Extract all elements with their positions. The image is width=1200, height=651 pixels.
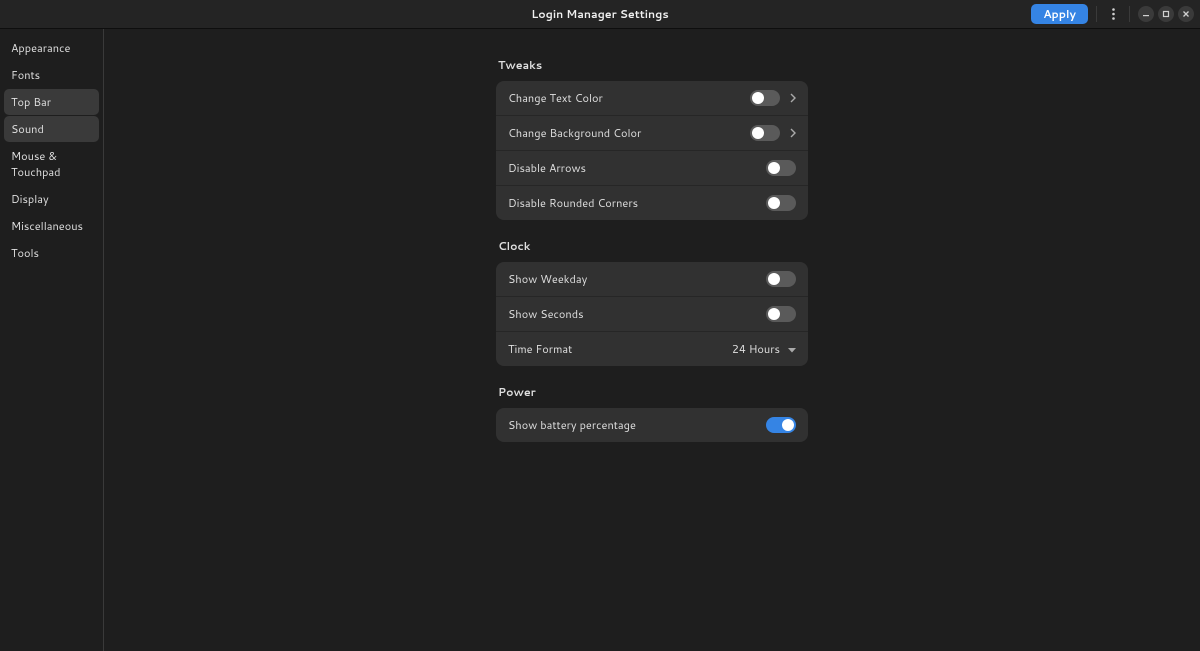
sidebar-item-top-bar[interactable]: Top Bar	[4, 89, 99, 115]
menu-button[interactable]	[1105, 4, 1121, 24]
toggle-disable-arrows[interactable]	[766, 160, 796, 176]
row-label: Show Weekday	[508, 271, 587, 287]
header-actions: Apply	[1031, 4, 1194, 24]
apply-button[interactable]: Apply	[1031, 4, 1088, 24]
row-change-text-color[interactable]: Change Text Color	[496, 81, 808, 116]
toggle-change-text-color[interactable]	[750, 90, 780, 106]
power-group: Show battery percentage	[496, 408, 808, 442]
header-bar: Login Manager Settings Apply	[0, 0, 1200, 29]
minimize-icon	[1142, 10, 1150, 18]
row-show-weekday: Show Weekday	[496, 262, 808, 297]
sidebar-item-mouse-touchpad[interactable]: Mouse & Touchpad	[4, 143, 99, 185]
clock-group: Show Weekday Show Seconds Time Format	[496, 262, 808, 366]
row-label: Show Seconds	[508, 306, 584, 322]
row-label: Disable Arrows	[508, 160, 586, 176]
row-label: Show battery percentage	[508, 417, 636, 433]
power-section: Power Show battery percentage	[496, 384, 1200, 442]
maximize-icon	[1162, 10, 1170, 18]
tweaks-section: Tweaks Change Text Color Change Backgrou…	[496, 57, 1200, 220]
chevron-right-icon	[790, 93, 796, 103]
tweaks-title: Tweaks	[496, 57, 1200, 73]
row-change-bg-color[interactable]: Change Background Color	[496, 116, 808, 151]
row-time-format[interactable]: Time Format 24 Hours	[496, 332, 808, 366]
separator	[1129, 6, 1130, 22]
toggle-show-seconds[interactable]	[766, 306, 796, 322]
toggle-disable-rounded-corners[interactable]	[766, 195, 796, 211]
tweaks-group: Change Text Color Change Background Colo…	[496, 81, 808, 220]
close-button[interactable]	[1178, 6, 1194, 22]
separator	[1096, 6, 1097, 22]
chevron-right-icon	[790, 128, 796, 138]
main-content: Tweaks Change Text Color Change Backgrou…	[104, 29, 1200, 651]
window-title: Login Manager Settings	[531, 6, 668, 22]
sidebar: Appearance Fonts Top Bar Sound Mouse & T…	[0, 29, 104, 651]
maximize-button[interactable]	[1158, 6, 1174, 22]
toggle-battery-percentage[interactable]	[766, 417, 796, 433]
toggle-show-weekday[interactable]	[766, 271, 796, 287]
row-disable-arrows: Disable Arrows	[496, 151, 808, 186]
sidebar-item-appearance[interactable]: Appearance	[4, 35, 99, 61]
time-format-select[interactable]: 24 Hours	[732, 341, 796, 357]
row-disable-rounded-corners: Disable Rounded Corners	[496, 186, 808, 220]
row-label: Time Format	[508, 341, 572, 357]
kebab-icon	[1112, 8, 1115, 20]
row-show-seconds: Show Seconds	[496, 297, 808, 332]
minimize-button[interactable]	[1138, 6, 1154, 22]
clock-section: Clock Show Weekday Show Seconds	[496, 238, 1200, 366]
clock-title: Clock	[496, 238, 1200, 254]
row-label: Disable Rounded Corners	[508, 195, 638, 211]
sidebar-item-fonts[interactable]: Fonts	[4, 62, 99, 88]
row-label: Change Background Color	[508, 125, 641, 141]
sidebar-item-tools[interactable]: Tools	[4, 240, 99, 266]
row-label: Change Text Color	[508, 90, 603, 106]
sidebar-item-display[interactable]: Display	[4, 186, 99, 212]
power-title: Power	[496, 384, 1200, 400]
time-format-value: 24 Hours	[732, 341, 780, 357]
sidebar-item-sound[interactable]: Sound	[4, 116, 99, 142]
close-icon	[1182, 10, 1190, 18]
row-battery-percentage: Show battery percentage	[496, 408, 808, 442]
sidebar-item-miscellaneous[interactable]: Miscellaneous	[4, 213, 99, 239]
toggle-change-bg-color[interactable]	[750, 125, 780, 141]
caret-down-icon	[788, 341, 796, 357]
